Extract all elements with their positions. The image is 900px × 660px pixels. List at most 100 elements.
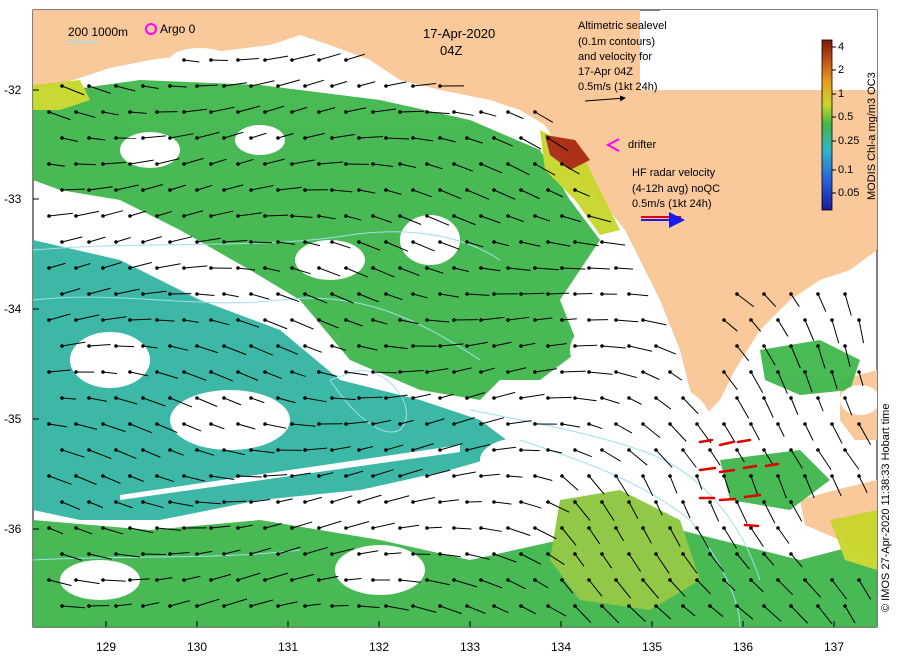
velocity-arrow-origin — [344, 422, 348, 426]
velocity-arrow-origin — [222, 240, 226, 244]
velocity-arrow-origin — [411, 188, 415, 192]
velocity-arrow-origin — [627, 448, 631, 452]
velocity-arrow-origin — [411, 396, 415, 400]
velocity-arrow-origin — [627, 344, 631, 348]
velocity-arrow-origin — [168, 604, 172, 608]
velocity-arrow-origin — [681, 604, 685, 608]
velocity-arrow-origin — [560, 578, 564, 582]
velocity-arrow-origin — [695, 526, 699, 530]
velocity-arrow-origin — [411, 552, 415, 556]
velocity-arrow-origin — [344, 318, 348, 322]
velocity-arrow-origin — [168, 292, 172, 296]
velocity-arrow-origin — [573, 396, 577, 400]
velocity-arrow-origin — [47, 162, 51, 166]
velocity-arrow-origin — [128, 214, 132, 218]
velocity-arrow-origin — [276, 136, 280, 140]
velocity-arrow-origin — [384, 240, 388, 244]
velocity-arrow-origin — [330, 188, 334, 192]
velocity-arrow-origin — [479, 110, 483, 114]
velocity-arrow-origin — [803, 370, 807, 374]
velocity-arrow-origin — [641, 474, 645, 478]
lon-tick-label: 132 — [369, 640, 390, 654]
velocity-arrow-origin — [182, 110, 186, 114]
velocity-arrow-origin — [290, 318, 294, 322]
velocity-arrow-origin — [506, 474, 510, 478]
velocity-arrow-origin — [479, 370, 483, 374]
velocity-arrow-origin — [641, 422, 645, 426]
velocity-arrow-origin — [398, 422, 402, 426]
velocity-arrow-origin — [600, 448, 604, 452]
velocity-arrow-origin — [155, 162, 159, 166]
velocity-arrow-origin — [87, 240, 91, 244]
velocity-arrow-origin — [452, 110, 456, 114]
velocity-arrow — [547, 396, 572, 399]
velocity-arrow-origin — [263, 474, 267, 478]
velocity-arrow-origin — [290, 214, 294, 218]
velocity-arrow-origin — [398, 266, 402, 270]
velocity-arrow-origin — [438, 136, 442, 140]
velocity-arrow-origin — [209, 578, 213, 582]
velocity-arrow-origin — [722, 422, 726, 426]
velocity-arrow-origin — [438, 604, 442, 608]
velocity-arrow-origin — [47, 266, 51, 270]
velocity-arrow-origin — [708, 552, 712, 556]
velocity-arrow-origin — [182, 58, 186, 62]
velocity-arrow-origin — [101, 266, 105, 270]
velocity-arrow-origin — [384, 344, 388, 348]
velocity-arrow-origin — [425, 370, 429, 374]
velocity-arrow-origin — [789, 448, 793, 452]
velocity-arrow — [115, 345, 135, 348]
velocity-arrow-origin — [492, 292, 496, 296]
colorbar-background — [660, 10, 877, 90]
velocity-arrow-origin — [506, 162, 510, 166]
velocity-arrow-origin — [438, 240, 442, 244]
velocity-arrow-origin — [411, 500, 415, 504]
velocity-arrow-origin — [425, 110, 429, 114]
velocity-arrow — [75, 163, 97, 166]
velocity-arrow-origin — [641, 578, 645, 582]
velocity-arrow-origin — [857, 474, 861, 478]
velocity-arrow-origin — [344, 58, 348, 62]
velocity-arrow-origin — [695, 578, 699, 582]
velocity-arrow-origin — [614, 526, 618, 530]
argo-legend-label: Argo 0 — [160, 22, 196, 36]
velocity-arrow-origin — [587, 422, 591, 426]
velocity-arrow-origin — [627, 500, 631, 504]
velocity-arrow-origin — [60, 396, 64, 400]
velocity-arrow-origin — [276, 500, 280, 504]
velocity-arrow-origin — [263, 266, 267, 270]
velocity-arrow-origin — [74, 526, 78, 530]
velocity-arrow-origin — [249, 448, 253, 452]
velocity-arrow-origin — [330, 500, 334, 504]
velocity-arrow-origin — [479, 266, 483, 270]
velocity-arrow-origin — [573, 344, 577, 348]
velocity-arrow-origin — [182, 162, 186, 166]
velocity-arrow-origin — [371, 474, 375, 478]
velocity-arrow-origin — [168, 552, 172, 556]
velocity-arrow-origin — [303, 188, 307, 192]
velocity-arrow — [142, 553, 166, 556]
velocity-arrow-origin — [398, 370, 402, 374]
velocity-arrow-origin — [776, 318, 780, 322]
velocity-arrow-origin — [762, 604, 766, 608]
velocity-arrow-origin — [222, 500, 226, 504]
velocity-arrow-origin — [128, 318, 132, 322]
velocity-arrow-origin — [641, 370, 645, 374]
velocity-arrow-origin — [182, 474, 186, 478]
velocity-arrow-origin — [762, 396, 766, 400]
velocity-arrow-origin — [168, 344, 172, 348]
velocity-arrow-origin — [857, 578, 861, 582]
velocity-arrow-origin — [749, 422, 753, 426]
velocity-arrow-origin — [465, 292, 469, 296]
velocity-arrow-origin — [479, 214, 483, 218]
velocity-arrow-origin — [506, 526, 510, 530]
velocity-arrow-origin — [533, 266, 537, 270]
velocity-arrow-origin — [371, 214, 375, 218]
velocity-arrow-origin — [222, 84, 226, 88]
velocity-arrow-origin — [330, 604, 334, 608]
velocity-arrow-origin — [452, 370, 456, 374]
velocity-arrow-origin — [195, 500, 199, 504]
velocity-arrow-origin — [371, 162, 375, 166]
velocity-arrow-origin — [168, 240, 172, 244]
velocity-arrow-origin — [398, 318, 402, 322]
